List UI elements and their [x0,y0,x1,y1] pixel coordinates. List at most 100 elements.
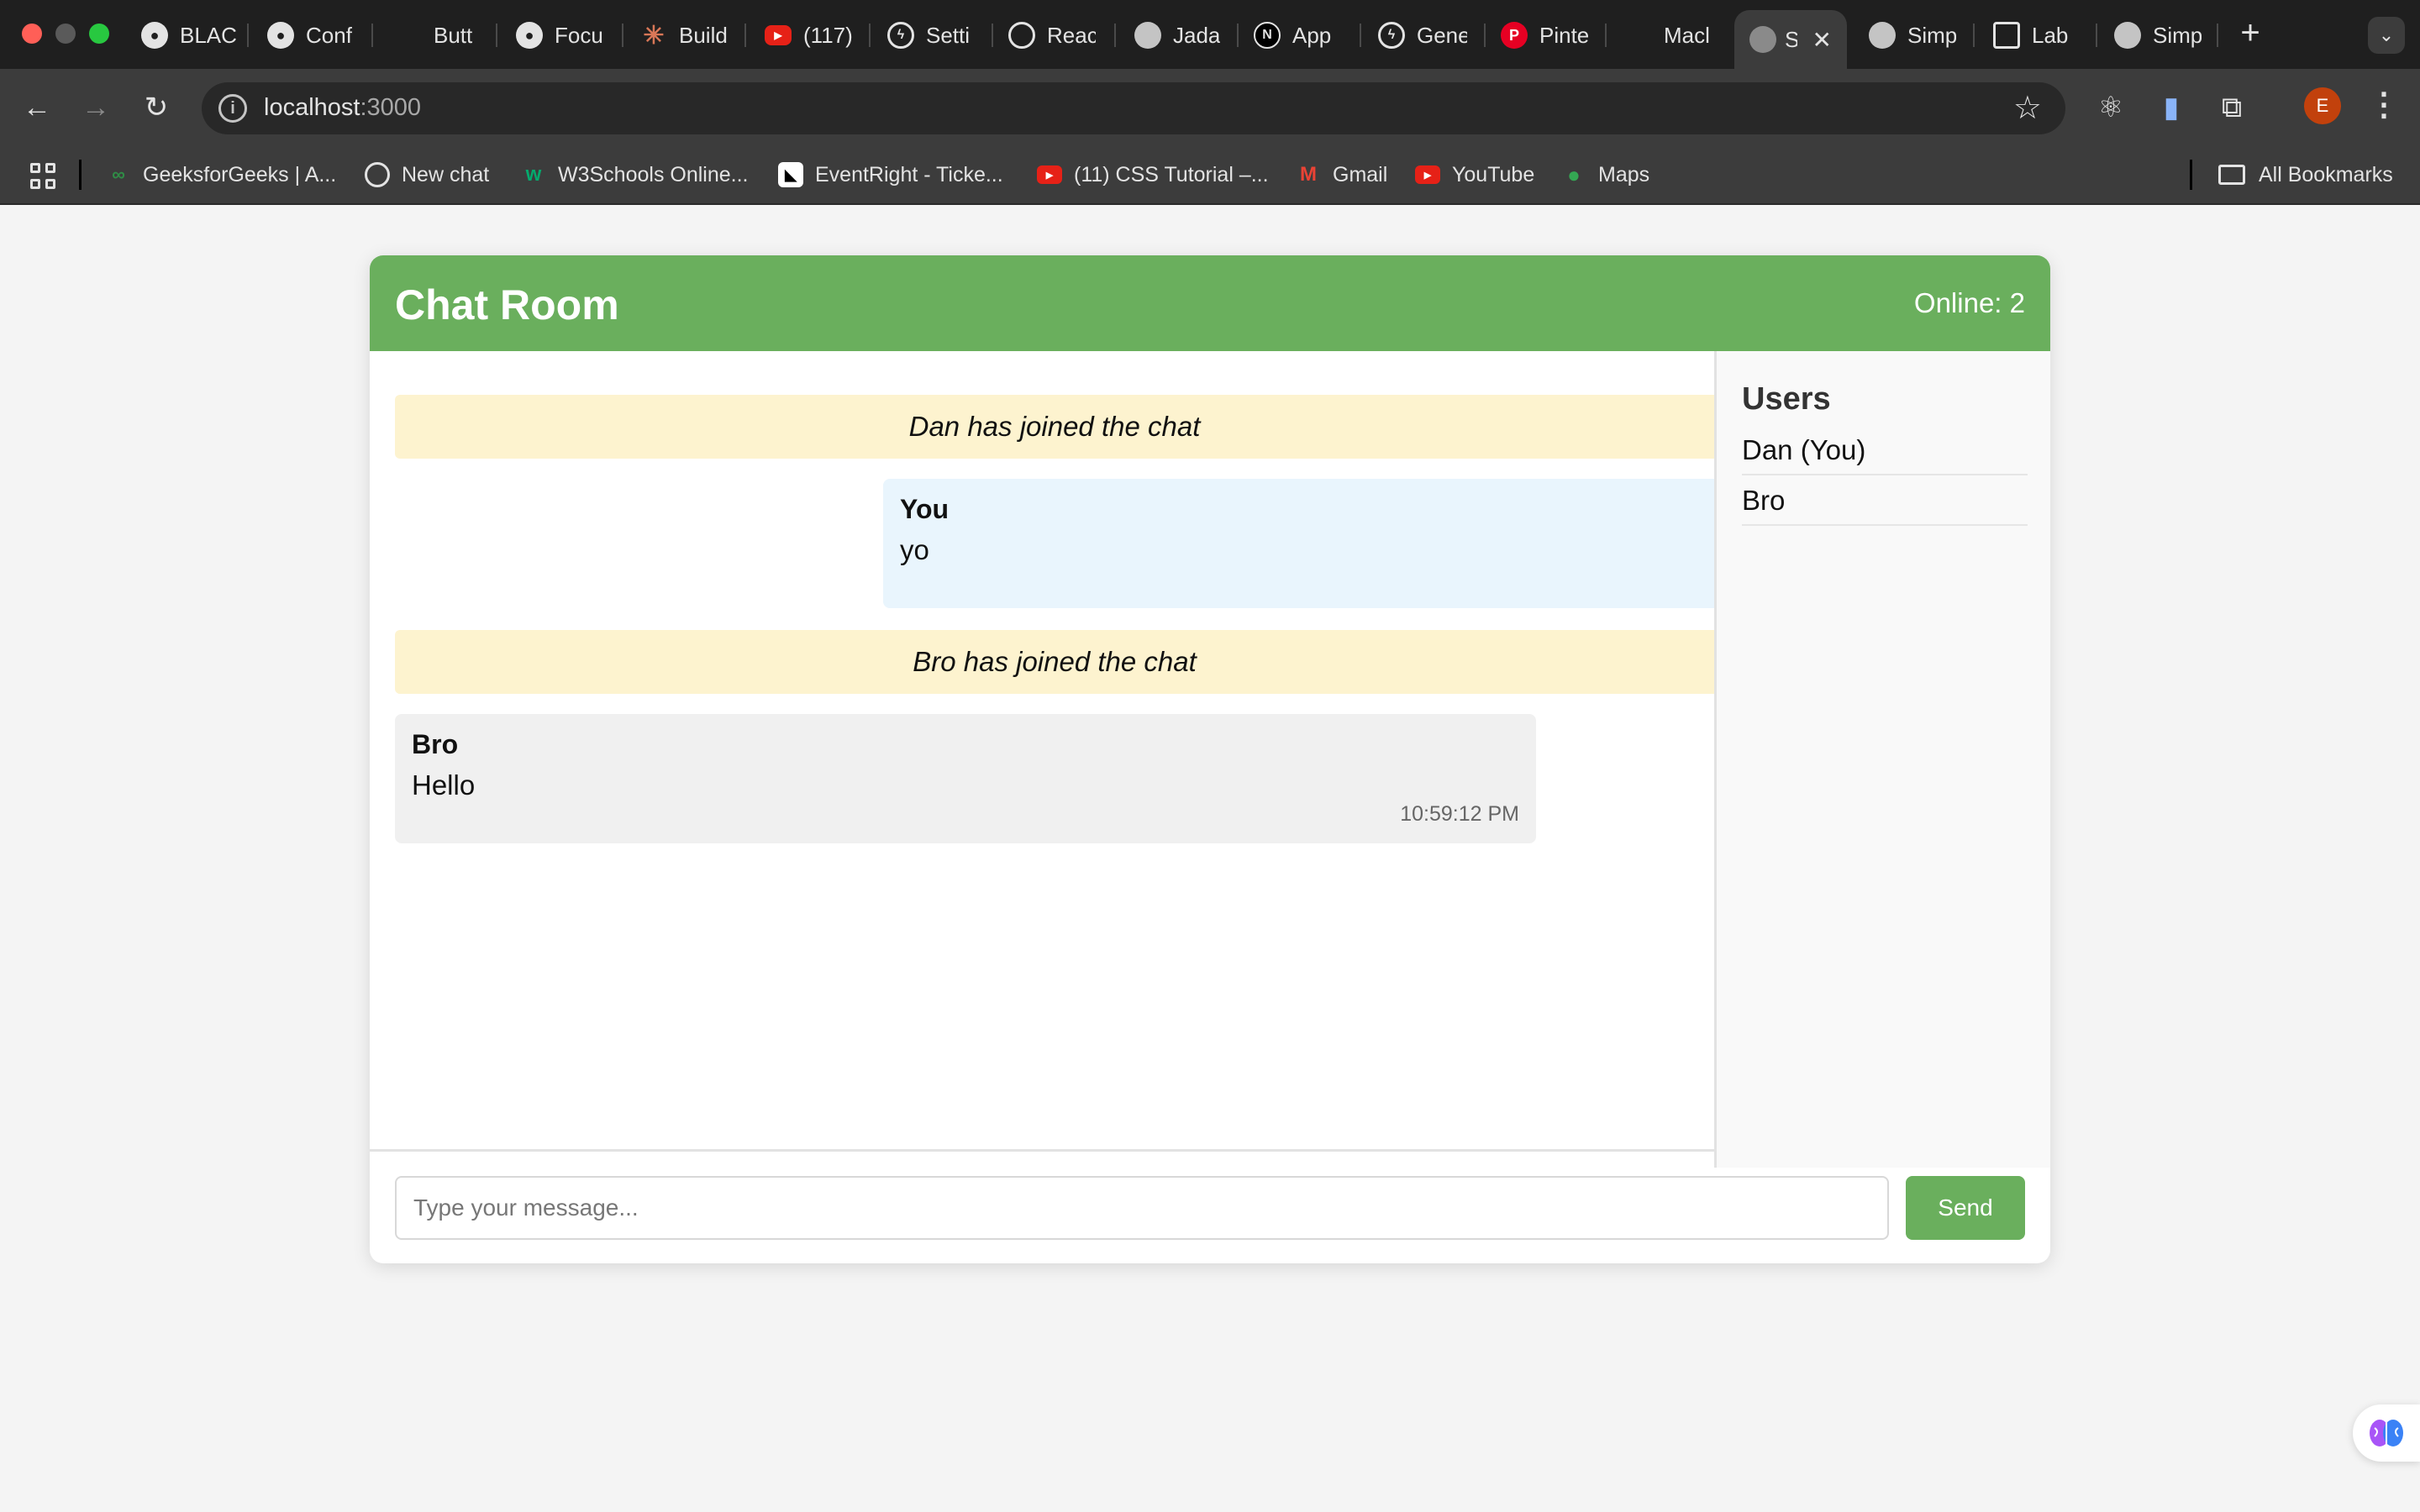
browser-tab-active[interactable]: S ✕ [1734,10,1847,69]
openai-icon [365,162,390,187]
globe-icon [1749,26,1776,53]
extensions-puzzle-icon[interactable]: ⧉ [2212,87,2252,128]
globe-icon [2114,22,2141,49]
bookmark-item[interactable]: M Gmail [1296,158,1387,192]
message-timestamp: 10:59:12 PM [1400,802,1519,826]
bookmark-item[interactable]: ∞ GeeksforGeeks | A... [106,158,336,192]
message-text: yo [900,534,929,565]
tab-divider [1484,24,1486,47]
bolt-icon: ϟ [1378,22,1405,49]
bookmark-item[interactable]: ◣ EventRight - Ticke... [778,158,1003,192]
all-bookmarks-button[interactable]: All Bookmarks [2218,158,2393,192]
browser-tab[interactable]: Lab [1993,12,2077,59]
github-icon: ● [141,22,168,49]
tab-divider [496,24,497,47]
users-sidebar: Users Dan (You) Bro [1714,351,2050,1168]
input-divider [370,1149,1714,1152]
browser-tab[interactable]: ϟ Setti [887,12,975,59]
tab-divider [247,24,249,47]
users-heading: Users [1742,381,1831,417]
online-count: Online: 2 [1913,287,2025,318]
tab-divider [371,24,373,47]
github-icon: ● [267,22,294,49]
tab-divider [1360,24,1361,47]
browser-tab-strip: ● BLAC ● Conf Butt ● Focu ✳ Build ▶ (117… [0,0,2420,69]
other-message: Bro Hello 10:59:12 PM [395,714,1536,843]
chat-container: Chat Room Online: 2 Dan has joined the c… [370,255,2050,1263]
bookmark-item[interactable]: New chat [365,158,489,192]
message-input[interactable] [395,1176,1889,1240]
forward-button[interactable]: → [77,89,114,126]
message-sender: You [900,494,950,524]
tab-divider [2217,24,2218,47]
system-message: Dan has joined the chat [395,395,1714,459]
apps-grid-icon[interactable] [30,163,57,190]
send-button[interactable]: Send [1906,1176,2025,1240]
extension-icon[interactable]: ▮ [2151,87,2191,128]
url-port: :3000 [360,94,422,121]
bookmark-item[interactable]: ● Maps [1561,158,1649,192]
bookmarks-divider [2190,160,2192,190]
browser-toolbar: ← → ↻ i localhost:3000 ☆ ⚛ ▮ ⧉ [0,69,2420,146]
browser-tab[interactable]: Reac [1008,12,1096,59]
chat-header: Chat Room Online: 2 [370,255,2050,351]
tab-divider [1605,24,1607,47]
maximize-window-button[interactable] [89,24,109,44]
browser-tab[interactable]: Jada [1134,12,1220,59]
tab-search-button[interactable]: ⌄ [2368,17,2405,54]
url-text[interactable]: localhost:3000 [264,94,421,122]
own-message: You yo [883,479,1714,608]
browser-tab[interactable]: ✳ Build [640,12,731,59]
browser-tab[interactable]: Butt [395,12,484,59]
close-tab-icon[interactable]: ✕ [1812,26,1832,54]
browser-tab[interactable]: ● Focu [516,12,607,59]
react-devtools-icon[interactable]: ⚛ [2091,87,2131,128]
contact-icon [1993,22,2020,49]
browser-tab[interactable]: ▶ (117) [765,12,852,59]
youtube-icon: ▶ [765,25,792,45]
assistant-widget-button[interactable] [2353,1404,2420,1462]
user-list-item: Dan (You) [1742,427,2028,475]
browser-tab[interactable]: ϟ Gene [1378,12,1467,59]
eventright-icon: ◣ [778,162,803,187]
youtube-icon: ▶ [1037,165,1062,184]
maps-icon: ● [1567,161,1581,187]
brain-icon [2370,1420,2403,1446]
bookmark-star-icon[interactable]: ☆ [2013,89,2042,127]
profile-avatar[interactable]: E [2304,87,2341,124]
browser-tab[interactable]: ● Conf [267,12,358,59]
tab-divider [1973,24,1975,47]
bookmark-item[interactable]: w W3Schools Online... [521,158,749,192]
new-tab-button[interactable]: + [2232,15,2269,52]
globe-icon [1134,22,1161,49]
folder-icon [2218,165,2245,185]
youtube-icon: ▶ [1415,165,1440,184]
user-list-item: Bro [1742,477,2028,526]
close-window-button[interactable] [22,24,42,44]
globe-icon [1869,22,1896,49]
bookmark-item[interactable]: ▶ YouTube [1415,158,1534,192]
message-sender: Bro [412,729,459,759]
site-info-icon[interactable]: i [218,94,247,123]
browser-tab[interactable]: ● BLAC [141,12,239,59]
claude-icon: ✳ [643,21,665,50]
bolt-icon: ϟ [887,22,914,49]
bookmarks-bar: ∞ GeeksforGeeks | A... New chat w W3Scho… [0,146,2420,205]
browser-tab[interactable]: Simp [1869,12,1956,59]
browser-tab[interactable]: Macl [1664,12,1712,59]
browser-tab[interactable]: N App [1254,12,1338,59]
browser-menu-icon[interactable]: ⋮ [2368,84,2400,126]
tab-divider [992,24,993,47]
nextjs-icon: N [1254,22,1281,49]
w3schools-icon: w [525,163,542,186]
back-button[interactable]: ← [18,89,55,126]
address-bar[interactable]: i localhost:3000 ☆ [202,82,2065,134]
bookmark-item[interactable]: ▶ (11) CSS Tutorial –... [1037,158,1269,192]
browser-tab[interactable]: Simp [2114,12,2202,59]
message-text: Hello [412,769,476,801]
messages-area[interactable]: Dan has joined the chat You yo Bro has j… [370,351,1714,1152]
browser-tab[interactable]: P Pinte [1501,12,1588,59]
reload-button[interactable]: ↻ [138,89,175,126]
blank-icon [395,22,422,49]
minimize-window-button[interactable] [55,24,76,44]
